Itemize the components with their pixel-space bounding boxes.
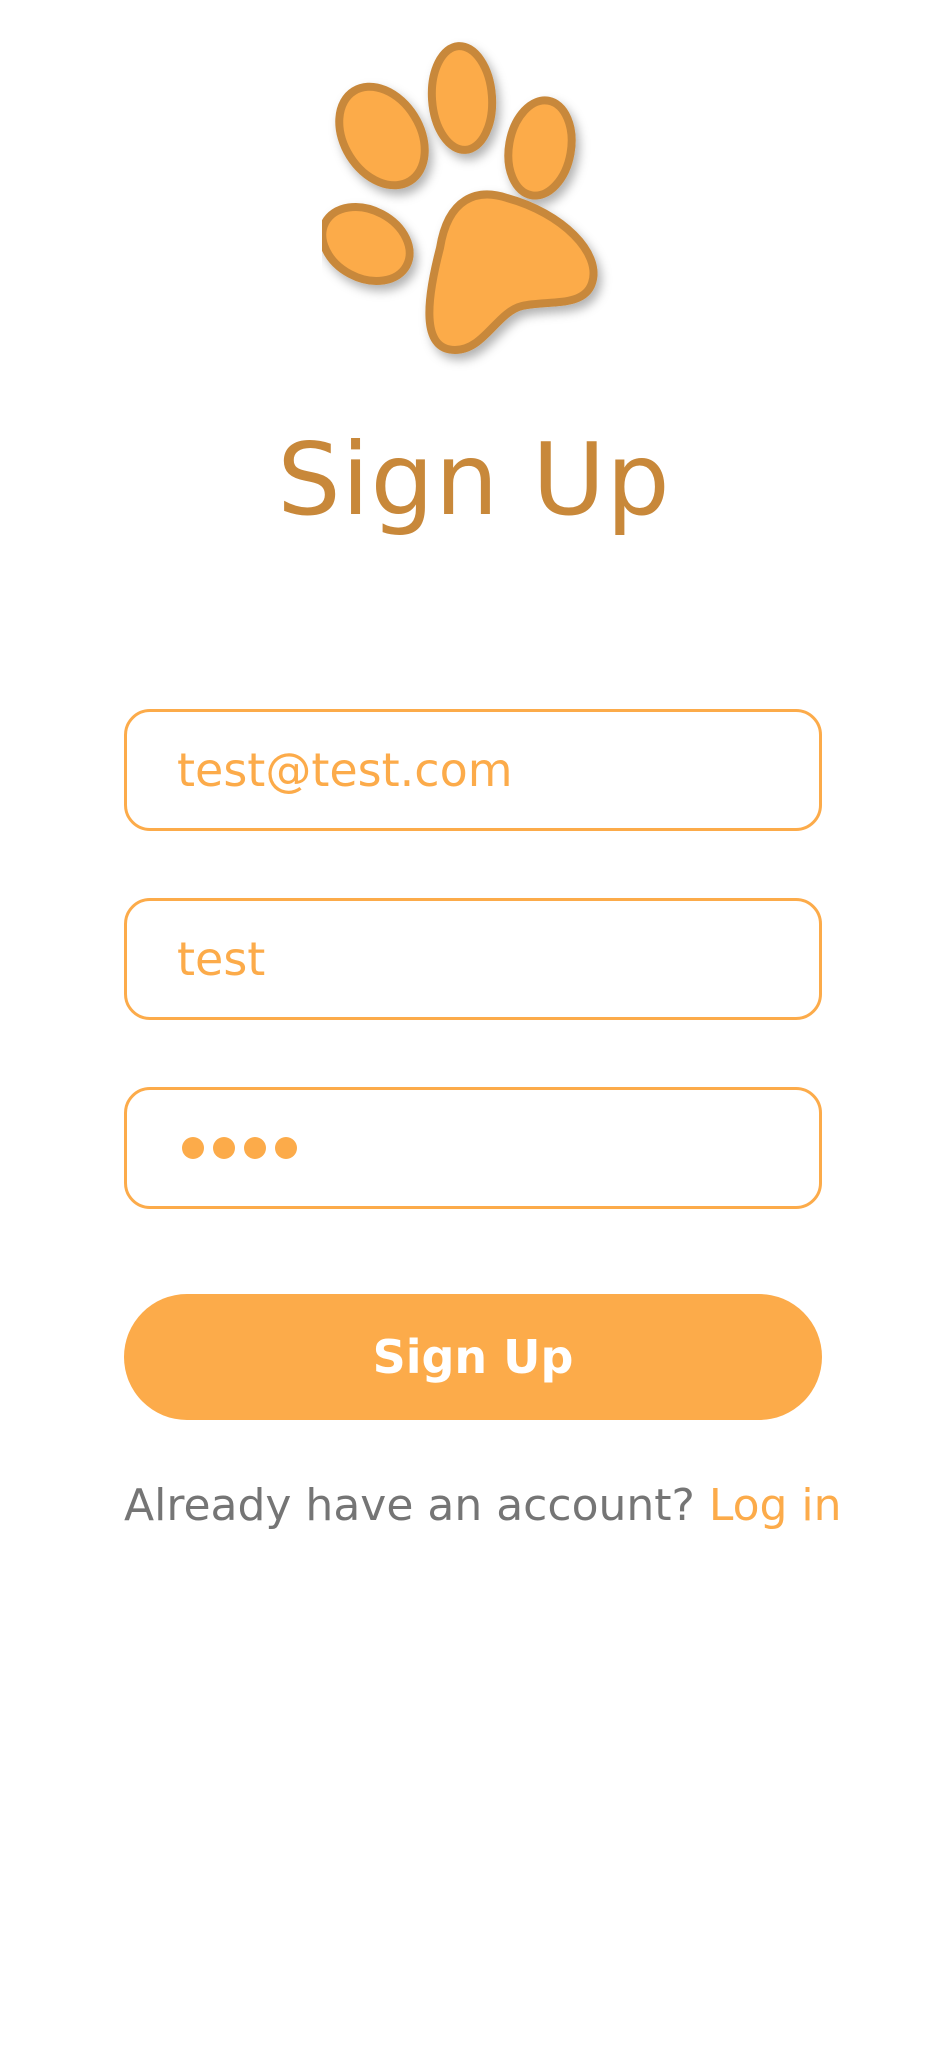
login-question: Already have an account? — [124, 1480, 709, 1531]
password-dot — [182, 1137, 204, 1159]
username-input[interactable] — [177, 901, 777, 1017]
password-dot — [213, 1137, 235, 1159]
login-prompt: Already have an account? Log in — [124, 1478, 842, 1534]
password-mask — [182, 1090, 297, 1206]
paw-icon — [322, 42, 598, 355]
email-input[interactable] — [177, 712, 777, 828]
password-dot — [275, 1137, 297, 1159]
page-title: Sign Up — [277, 421, 671, 538]
sign-up-button[interactable]: Sign Up — [124, 1294, 822, 1420]
paw-logo — [322, 38, 618, 376]
email-field[interactable] — [124, 709, 822, 831]
log-in-link[interactable]: Log in — [709, 1480, 842, 1531]
password-field[interactable] — [124, 1087, 822, 1209]
password-dot — [244, 1137, 266, 1159]
username-field[interactable] — [124, 898, 822, 1020]
